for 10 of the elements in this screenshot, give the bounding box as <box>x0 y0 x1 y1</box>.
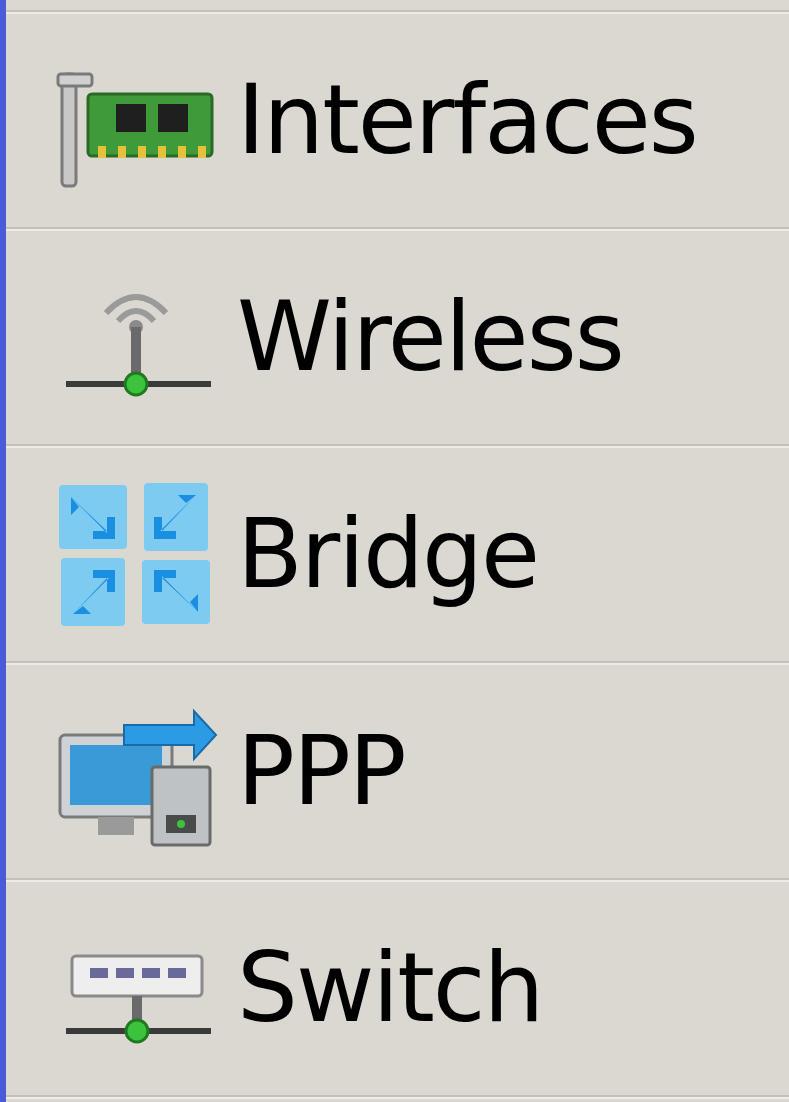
menu-item-label: PPP <box>237 713 405 829</box>
menu-item[interactable]: Wireless <box>6 231 789 444</box>
menu-item[interactable]: Interfaces <box>6 14 789 227</box>
menu-item[interactable]: Bridge <box>6 448 789 661</box>
menu-item-label: Bridge <box>237 496 538 612</box>
menu-item-label: Interfaces <box>237 62 697 178</box>
menu-item-label: Switch <box>237 930 543 1046</box>
menu-item[interactable]: Switch <box>6 882 789 1095</box>
menu-item[interactable]: PPP <box>6 665 789 878</box>
menu-item-label: Wireless <box>237 279 623 395</box>
